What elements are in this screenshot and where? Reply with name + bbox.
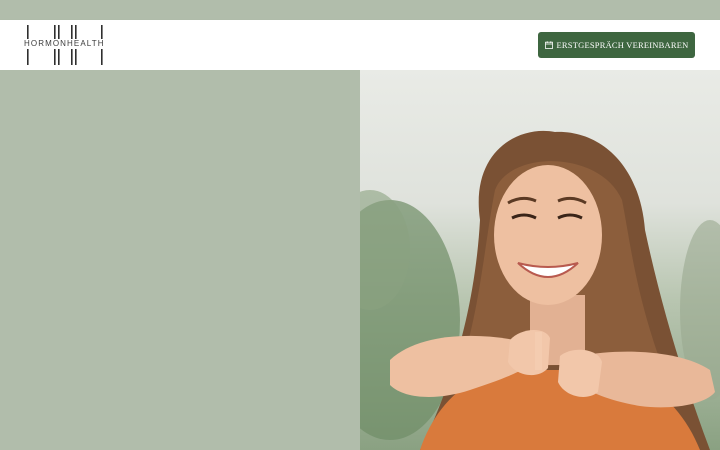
brand-logo[interactable]: HORMONHEALTH [24,24,110,66]
top-strip [0,0,720,20]
brand-name: HORMONHEALTH [24,39,110,49]
cta-label: ERSTGESPRÄCH VEREINBAREN [556,40,689,50]
site-header: HORMONHEALTH ERSTGESPRÄCH VEREINBAREN [0,20,720,70]
smiling-woman-pointing-image [360,130,720,450]
hero-text-panel [0,70,360,450]
calendar-icon [544,41,553,49]
hero-photo [360,70,720,450]
book-consultation-button[interactable]: ERSTGESPRÄCH VEREINBAREN [538,32,695,58]
